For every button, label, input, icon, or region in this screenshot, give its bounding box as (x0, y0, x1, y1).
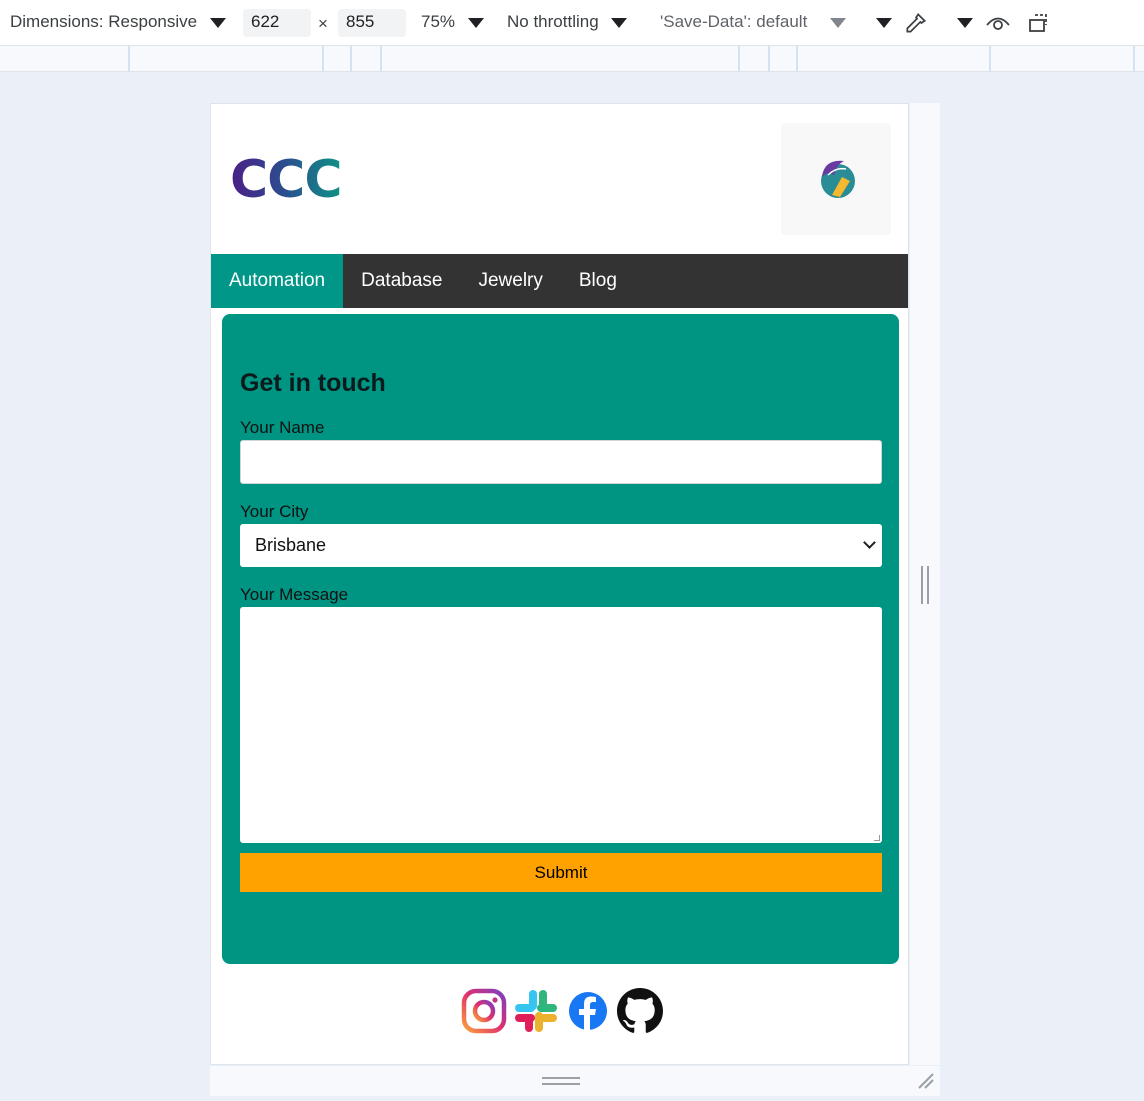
height-input[interactable]: 855 (338, 9, 406, 37)
social-links (461, 986, 663, 1036)
chevron-down-icon (863, 536, 876, 549)
name-label: Your Name (240, 418, 325, 437)
eye-icon[interactable] (985, 12, 1011, 39)
city-select[interactable]: Brisbane (240, 524, 882, 567)
devtools-toolbar: Dimensions: Responsive 622 × 855 75% No … (0, 0, 1144, 46)
brand-logo-image[interactable] (781, 123, 891, 235)
city-select-value: Brisbane (255, 535, 327, 555)
dropdown-arrow-icon (830, 17, 847, 28)
nav-item-blog[interactable]: Blog (561, 254, 635, 308)
dropdown-arrow-icon (876, 17, 892, 28)
dimensions-label: Dimensions: Responsive (10, 12, 198, 31)
device-viewport: CCC Automation Database Jewelry Blog Get… (210, 103, 909, 1065)
corner-resize-icon[interactable] (916, 1071, 934, 1089)
save-data-label: 'Save-Data': default (660, 12, 808, 31)
rotate-icon[interactable] (1027, 11, 1053, 40)
dropdown-arrow-icon (611, 17, 628, 28)
eyedropper-icon[interactable] (903, 10, 929, 41)
throttling-dropdown[interactable]: No throttling (507, 12, 628, 32)
times-sign: × (318, 14, 328, 33)
instagram-link[interactable] (461, 988, 507, 1034)
message-textarea[interactable] (240, 607, 882, 843)
city-label: Your City (240, 502, 309, 521)
facebook-icon (569, 992, 607, 1030)
nav-item-jewelry[interactable]: Jewelry (460, 254, 560, 308)
name-input[interactable] (240, 440, 882, 484)
dropdown-arrow-icon (957, 17, 973, 28)
form-heading: Get in touch (240, 369, 386, 397)
instagram-icon (461, 988, 507, 1034)
throttling-label: No throttling (507, 12, 599, 31)
zoom-dropdown[interactable]: 75% (421, 12, 484, 32)
brand-logo-icon (821, 160, 855, 198)
message-label: Your Message (240, 585, 349, 604)
zoom-label: 75% (421, 12, 456, 31)
bottom-resize-handle[interactable] (542, 1077, 580, 1085)
dropdown-arrow-icon (209, 17, 226, 28)
dropdown-arrow-icon (467, 17, 484, 28)
save-data-dropdown[interactable]: 'Save-Data': default (660, 12, 847, 32)
nav-item-automation[interactable]: Automation (211, 254, 344, 308)
width-input[interactable]: 622 (243, 9, 311, 37)
slack-link[interactable] (513, 988, 559, 1034)
right-resize-handle[interactable] (921, 566, 929, 604)
main-nav: Automation Database Jewelry Blog (211, 254, 908, 308)
github-link[interactable] (617, 988, 663, 1034)
submit-button[interactable]: Submit (240, 853, 882, 892)
slack-icon (515, 990, 557, 1032)
sensors-dropdown[interactable] (957, 12, 973, 32)
contact-form-card: Get in touch Your Name Your City Brisban… (222, 314, 899, 964)
media-query-ruler (0, 46, 1144, 72)
site-logo-text[interactable]: CCC (230, 150, 342, 210)
dimensions-dropdown[interactable]: Dimensions: Responsive (10, 12, 226, 32)
nav-item-database[interactable]: Database (343, 254, 460, 308)
more-options-dropdown[interactable] (876, 12, 892, 32)
facebook-link[interactable] (565, 988, 611, 1034)
github-icon (617, 988, 663, 1033)
resize-grip-icon[interactable] (874, 835, 880, 841)
